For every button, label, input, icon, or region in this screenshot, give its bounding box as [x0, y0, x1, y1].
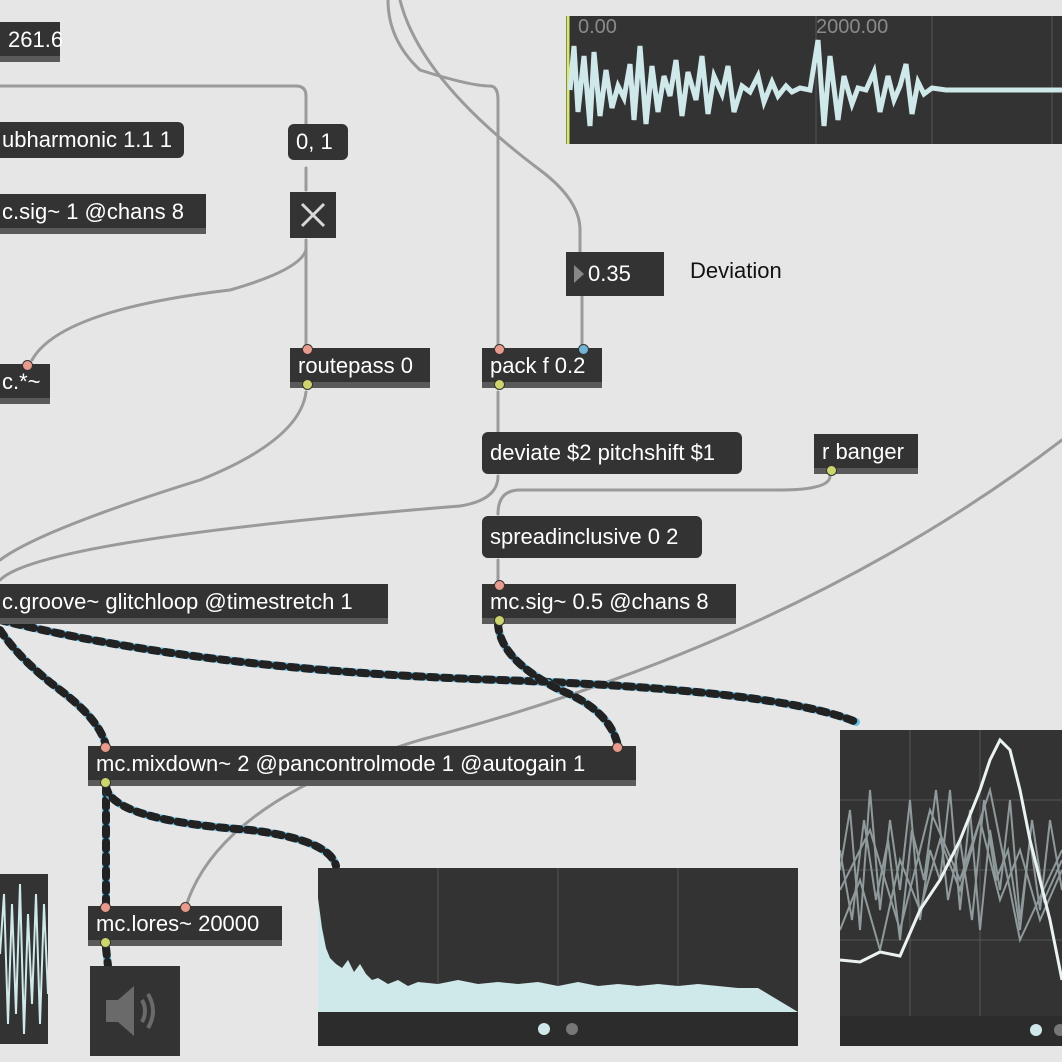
speaker-icon: [106, 986, 155, 1036]
outlet[interactable]: [302, 379, 313, 390]
object-mc-lores[interactable]: mc.lores~ 20000: [88, 902, 282, 948]
message-spreadinclusive[interactable]: spreadinclusive 0 2: [482, 516, 702, 558]
object-mc-mul[interactable]: c.*~: [0, 360, 50, 404]
waveform-display[interactable]: 0.00 2000.00: [566, 16, 1062, 144]
mc-groove-label: c.groove~ glitchloop @timestretch 1: [2, 589, 353, 614]
toggle-button[interactable]: [290, 192, 336, 238]
cord-to-deviation: [398, 0, 582, 254]
waveform-tick-left: 0.00: [578, 16, 617, 38]
object-mc-groove[interactable]: c.groove~ glitchloop @timestretch 1: [0, 584, 388, 624]
object-pack[interactable]: pack f 0.2: [482, 344, 602, 390]
inlet[interactable]: [494, 344, 505, 355]
deviation-number-box[interactable]: 0.35: [566, 252, 664, 296]
subharmonic-label: ubharmonic 1.1 1: [2, 127, 172, 152]
message-0-1[interactable]: 0, 1: [288, 124, 348, 160]
cord-toggle-to-mul: [30, 248, 308, 362]
scope-page-dot-active[interactable]: [1030, 1024, 1042, 1036]
deviation-value: 0.35: [588, 261, 631, 286]
mc-sig-partial-label: c.sig~ 1 @chans 8: [2, 199, 184, 224]
number-triangle-icon: [574, 265, 584, 283]
page-dot[interactable]: [566, 1023, 578, 1035]
patcher-canvas[interactable]: 261.6 ubharmonic 1.1 1 0, 1 c.sig~ 1 @ch…: [0, 0, 1062, 1062]
outlet[interactable]: [100, 937, 111, 948]
inlet-right[interactable]: [578, 344, 589, 355]
mixdown-label: mc.mixdown~ 2 @pancontrolmode 1 @autogai…: [96, 751, 586, 776]
object-mc-sig-chans8[interactable]: c.sig~ 1 @chans 8: [0, 194, 206, 234]
spreadinclusive-label: spreadinclusive 0 2: [490, 524, 679, 549]
dac-speaker-button[interactable]: [90, 966, 180, 1056]
scope-graphic: [840, 730, 1062, 1046]
message-subharmonic[interactable]: ubharmonic 1.1 1: [0, 122, 184, 158]
waveform-tick-right: 2000.00: [816, 16, 889, 38]
inlet[interactable]: [302, 344, 313, 355]
cord-routepass-to-groove: [0, 390, 308, 562]
outlet[interactable]: [494, 615, 505, 626]
outlet[interactable]: [100, 777, 111, 788]
object-r-banger[interactable]: r banger: [814, 434, 918, 476]
cord-deviate-to-groove: [0, 474, 500, 582]
cord-to-pack: [386, 0, 500, 350]
close-x-icon: [300, 202, 326, 228]
oscilloscope-graphic: [0, 883, 48, 1035]
outlet[interactable]: [826, 465, 837, 476]
deviate-label: deviate $2 pitchshift $1: [490, 440, 716, 465]
waveform-graphic: [566, 16, 1062, 144]
routepass-label: routepass 0: [298, 353, 413, 378]
spectrum-graphic: [318, 868, 798, 1046]
number-261-label: 261.6: [8, 27, 64, 52]
inlet-mid[interactable]: [180, 902, 191, 913]
cord-banger-to-spread: [496, 474, 832, 516]
scope-page-dot[interactable]: [1054, 1024, 1062, 1036]
mc-sig-label: mc.sig~ 0.5 @chans 8: [490, 589, 709, 614]
inlet[interactable]: [494, 580, 505, 591]
object-routepass[interactable]: routepass 0: [290, 344, 430, 390]
inlet[interactable]: [100, 742, 111, 753]
oscilloscope-small[interactable]: [0, 874, 48, 1044]
outlet[interactable]: [494, 379, 505, 390]
message-deviate[interactable]: deviate $2 pitchshift $1: [482, 432, 742, 474]
number-box-261[interactable]: 261.6: [0, 22, 64, 62]
lores-label: mc.lores~ 20000: [96, 911, 260, 936]
msg-01-label: 0, 1: [296, 129, 333, 154]
r-banger-label: r banger: [822, 439, 904, 464]
inlet[interactable]: [100, 902, 111, 913]
cord-number-to-msg: [0, 84, 308, 126]
deviation-comment: Deviation: [690, 258, 782, 283]
object-mc-mixdown[interactable]: mc.mixdown~ 2 @pancontrolmode 1 @autogai…: [88, 742, 636, 788]
page-dot-active[interactable]: [538, 1023, 550, 1035]
object-mc-sig[interactable]: mc.sig~ 0.5 @chans 8: [482, 580, 736, 626]
inlet[interactable]: [22, 360, 33, 371]
scope-display[interactable]: [840, 730, 1062, 1046]
spectrum-display[interactable]: [318, 868, 798, 1046]
pack-label: pack f 0.2: [490, 353, 586, 378]
inlet-right[interactable]: [612, 742, 623, 753]
mc-mul-label: c.*~: [2, 369, 41, 394]
